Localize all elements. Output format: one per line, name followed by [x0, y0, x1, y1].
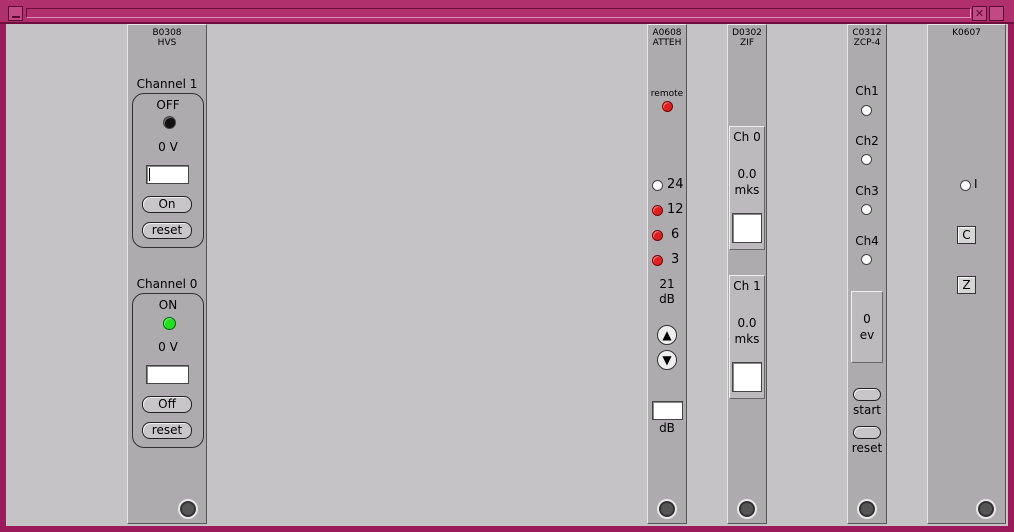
voltage-readout: 0 V [158, 140, 178, 154]
reset-label: reset [851, 441, 883, 455]
step-label: 6 [671, 227, 680, 242]
module-knob[interactable] [737, 499, 757, 519]
module-k0607: K0607 I C Z [927, 24, 1006, 524]
channel-label: Ch4 [855, 234, 879, 248]
module-header: K0607 [952, 28, 981, 38]
step-label: 24 [667, 177, 684, 192]
module-zcp: C0312 ZCP-4 Ch1 Ch2 Ch3 Ch4 0 ev start re… [847, 24, 887, 524]
channel-title: Channel 0 [136, 277, 198, 291]
close-icon[interactable]: ✕ [972, 6, 987, 21]
module-zif: D0302 ZIF Ch 0 0.0 mks Ch 1 0.0 mks [727, 24, 767, 524]
on-button[interactable]: On [142, 196, 192, 213]
db-input[interactable] [652, 401, 683, 420]
channel-label: Ch 0 [733, 130, 761, 144]
module-knob[interactable] [657, 499, 677, 519]
counter-unit: ev [859, 328, 875, 342]
channel-label: Ch2 [855, 134, 879, 148]
channel-led [861, 254, 872, 265]
module-header: D0302 ZIF [732, 28, 762, 48]
channel-state: OFF [156, 98, 180, 112]
channel-led [861, 105, 872, 116]
minimize-icon[interactable] [8, 6, 23, 21]
delay-unit: mks [734, 183, 760, 197]
start-label: start [853, 403, 881, 417]
off-button[interactable]: Off [142, 396, 192, 413]
window-titlebar[interactable]: ✕ [0, 0, 1014, 24]
channel-led [861, 204, 872, 215]
channel-label: Ch1 [855, 84, 879, 98]
channel-group: ON 0 V Off reset [132, 293, 204, 448]
module-knob[interactable] [178, 499, 198, 519]
channel-label: Ch3 [855, 184, 879, 198]
input-unit: dB [659, 421, 675, 435]
channel-title: Channel 1 [136, 77, 198, 91]
module-header: B0308 HVS [152, 28, 182, 48]
module-header: C0312 ZCP-4 [852, 28, 882, 48]
counter-value: 0 [863, 312, 871, 326]
arrow-up-icon[interactable]: ▲ [657, 325, 677, 345]
zif-channel-box: Ch 0 0.0 mks [729, 126, 765, 250]
c-button[interactable]: C [957, 226, 976, 244]
delay-value: 0.0 [737, 167, 757, 181]
voltage-input[interactable] [146, 165, 189, 184]
voltage-input[interactable] [146, 365, 189, 384]
indicator-led [960, 180, 971, 191]
text-cursor [149, 168, 150, 181]
step-led-3[interactable] [652, 255, 663, 266]
delay-input[interactable] [732, 362, 762, 392]
z-button[interactable]: Z [957, 276, 976, 294]
indicator-label: I [974, 177, 978, 191]
title-groove [26, 8, 971, 18]
module-header: A0608 ATTEH [652, 28, 682, 48]
module-knob[interactable] [976, 499, 996, 519]
step-led-12[interactable] [652, 205, 663, 216]
module-atten: A0608 ATTEH remote 24 12 6 3 21 dB ▲ ▼ dB [647, 24, 687, 524]
channel-group: OFF 0 V On reset [132, 93, 204, 248]
remote-led [662, 101, 673, 112]
start-button[interactable] [853, 388, 881, 401]
channel-label: Ch 1 [733, 279, 761, 293]
module-knob[interactable] [857, 499, 877, 519]
channel-state: ON [158, 298, 178, 312]
step-led-24[interactable] [652, 180, 663, 191]
maximize-icon[interactable] [989, 6, 1004, 21]
step-label: 12 [667, 202, 684, 217]
voltage-readout: 0 V [158, 340, 178, 354]
total-value: 21 [659, 277, 675, 291]
crate-frame: B0308 HVS Channel 1 OFF 0 V On reset Chan… [6, 24, 1008, 526]
total-unit: dB [659, 292, 675, 306]
step-led-6[interactable] [652, 230, 663, 241]
step-label: 3 [671, 252, 680, 267]
counter-box: 0 ev [851, 291, 883, 363]
reset-button[interactable]: reset [142, 222, 192, 239]
zif-channel-box: Ch 1 0.0 mks [729, 275, 765, 399]
channel-led [861, 154, 872, 165]
remote-label: remote [650, 89, 684, 99]
delay-unit: mks [734, 332, 760, 346]
reset-button[interactable]: reset [142, 422, 192, 439]
reset-button[interactable] [853, 426, 881, 439]
arrow-down-icon[interactable]: ▼ [657, 350, 677, 370]
module-hvs: B0308 HVS Channel 1 OFF 0 V On reset Chan… [127, 24, 207, 524]
delay-value: 0.0 [737, 316, 757, 330]
delay-input[interactable] [732, 213, 762, 243]
status-led [163, 116, 176, 129]
status-led [163, 317, 176, 330]
